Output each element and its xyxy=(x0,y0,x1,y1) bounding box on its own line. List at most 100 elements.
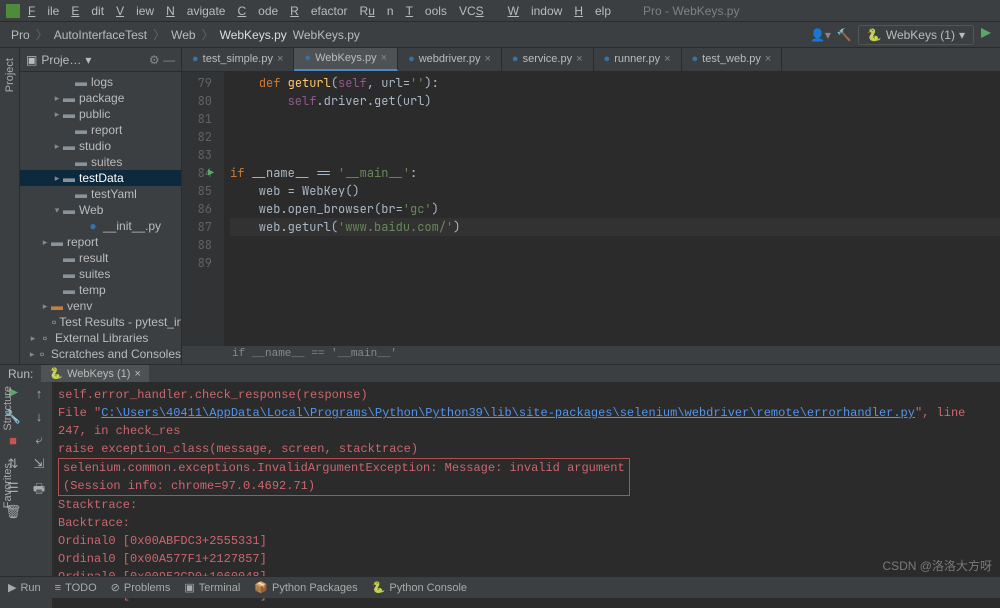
bottom-todo[interactable]: ≡ TODO xyxy=(55,582,97,594)
expand-arrow-icon[interactable]: ▸ xyxy=(40,237,50,248)
menu-tools[interactable]: Tools xyxy=(406,4,447,18)
expand-arrow-icon[interactable]: ▸ xyxy=(40,301,50,312)
tree-item[interactable]: ▬suites xyxy=(20,154,181,170)
editor-tab[interactable]: ●WebKeys.py× xyxy=(294,48,398,71)
tool-structure[interactable]: Structure xyxy=(0,380,16,437)
expand-arrow-icon[interactable]: ▸ xyxy=(28,349,36,360)
editor-tab[interactable]: ●service.py× xyxy=(502,48,594,71)
bottom-terminal[interactable]: ▣ Terminal xyxy=(184,581,240,594)
file-link[interactable]: C:\Users\40411\AppData\Local\Programs\Py… xyxy=(101,406,915,420)
tool-project[interactable]: Project xyxy=(2,52,18,98)
menu-run[interactable]: Run xyxy=(360,4,394,18)
tree-item[interactable]: ▸▬package xyxy=(20,90,181,106)
file-icon: ▫ xyxy=(38,331,52,345)
python-file-icon: ● xyxy=(512,53,519,65)
tree-item[interactable]: ▸▬studio xyxy=(20,138,181,154)
tree-item[interactable]: ●__init__.py xyxy=(20,218,181,234)
code-breadcrumb[interactable]: if __name__ == '__main__' xyxy=(182,346,1000,364)
editor-tab[interactable]: ●runner.py× xyxy=(594,48,682,71)
close-icon[interactable]: × xyxy=(664,53,670,65)
tree-item[interactable]: ▫Test Results - pytest_in_te xyxy=(20,314,181,330)
project-header[interactable]: ▣ Proje… ▾ ⚙ — xyxy=(20,48,181,72)
folder-icon: ▬ xyxy=(50,235,64,249)
expand-arrow-icon[interactable]: ▸ xyxy=(52,93,62,104)
expand-arrow-icon[interactable]: ▾ xyxy=(52,205,62,216)
expand-arrow-icon[interactable]: ▸ xyxy=(52,109,62,120)
menu-edit[interactable]: Edit xyxy=(71,4,104,18)
code-body[interactable]: def geturl(self, url=''): self.driver.ge… xyxy=(224,72,1000,346)
editor-tab[interactable]: ●webdriver.py× xyxy=(398,48,502,71)
close-icon[interactable]: × xyxy=(576,53,582,65)
tree-item[interactable]: ▸▬public xyxy=(20,106,181,122)
close-icon[interactable]: × xyxy=(277,53,283,65)
crumb-1[interactable]: AutoInterfaceTest xyxy=(54,28,147,42)
folder-icon: ▬ xyxy=(62,171,76,185)
build-icon[interactable]: 🔨 xyxy=(837,28,852,42)
up-icon[interactable]: ↑ xyxy=(36,386,43,401)
menu-refactor[interactable]: Refactor xyxy=(290,4,347,18)
gutter-run-icon[interactable]: ▶ xyxy=(208,164,214,182)
bottom-problems[interactable]: ⊘ Problems xyxy=(111,581,171,594)
tree-item[interactable]: ▬logs xyxy=(20,74,181,90)
run-panel: Run: 🐍 WebKeys (1) × 🔧 ■ ⇅ ☰ 🗑 ↑ ↓ ⤶ ⇲ 🖶… xyxy=(0,364,1000,576)
crumb-2[interactable]: Web xyxy=(171,28,195,42)
folder-icon: ▬ xyxy=(74,75,88,89)
python-file-icon: ● xyxy=(692,53,699,65)
tree-item[interactable]: ▸▫External Libraries xyxy=(20,330,181,346)
tree-item[interactable]: ▸▬testData xyxy=(20,170,181,186)
left-tool-strip-lower: Structure Favorites xyxy=(0,380,20,514)
print-icon[interactable]: 🖶 xyxy=(33,480,45,502)
close-icon[interactable]: × xyxy=(381,52,387,64)
run-tab[interactable]: 🐍 WebKeys (1) × xyxy=(41,365,149,382)
editor-tab[interactable]: ●test_web.py × xyxy=(682,48,783,71)
down-icon[interactable]: ↓ xyxy=(36,409,43,424)
crumb-3[interactable]: WebKeys.py xyxy=(220,28,287,42)
tab-label: test_web.py xyxy=(702,53,761,65)
bottom-py-packages[interactable]: 📦 Python Packages xyxy=(254,581,357,594)
menu-navigate[interactable]: Navigate xyxy=(166,4,225,18)
tree-item[interactable]: ▾▬Web xyxy=(20,202,181,218)
bottom-py-console[interactable]: 🐍 Python Console xyxy=(372,581,467,594)
expand-arrow-icon[interactable]: ▸ xyxy=(52,141,62,152)
gear-icon[interactable]: ⚙ — xyxy=(149,53,175,67)
tree-item[interactable]: ▬temp xyxy=(20,282,181,298)
menu-file[interactable]: File xyxy=(28,4,59,18)
scroll-icon[interactable]: ⇲ xyxy=(34,456,45,472)
close-icon[interactable]: × xyxy=(134,368,140,380)
menu-help[interactable]: Help xyxy=(574,4,611,18)
close-icon[interactable]: × xyxy=(484,53,490,65)
tool-favorites[interactable]: Favorites xyxy=(0,457,16,514)
bottom-run[interactable]: ▶ Run xyxy=(8,581,41,594)
folder-icon: ▬ xyxy=(62,251,76,265)
tree-item[interactable]: ▬report xyxy=(20,122,181,138)
tree-item[interactable]: ▸▬venv xyxy=(20,298,181,314)
expand-arrow-icon[interactable]: ▸ xyxy=(28,333,38,344)
run-button[interactable] xyxy=(980,27,992,42)
menu-code[interactable]: Code xyxy=(237,4,278,18)
tree-item[interactable]: ▬result xyxy=(20,250,181,266)
console-output[interactable]: self.error_handler.check_response(respon… xyxy=(52,382,1000,608)
tree-item[interactable]: ▸▫Scratches and Consoles xyxy=(20,346,181,362)
tree-item[interactable]: ▸▬report xyxy=(20,234,181,250)
crumb-0[interactable]: Pro xyxy=(11,28,30,42)
run-config-selector[interactable]: 🐍 WebKeys (1) ▾ xyxy=(858,25,974,45)
wrap-icon[interactable]: ⤶ xyxy=(35,432,42,448)
run-tab-label: WebKeys (1) xyxy=(67,368,130,380)
close-icon[interactable]: × xyxy=(765,53,771,65)
menu-window[interactable]: Window xyxy=(508,4,563,18)
tree-label: public xyxy=(79,107,110,121)
python-icon: 🐍 xyxy=(49,367,63,380)
tree-item[interactable]: ▬suites xyxy=(20,266,181,282)
menu-view[interactable]: View xyxy=(116,4,154,18)
tree-label: result xyxy=(79,251,108,265)
folder-icon: ▬ xyxy=(74,155,88,169)
menu-vcs[interactable]: VCS xyxy=(459,4,496,18)
tab-label: webdriver.py xyxy=(419,53,481,65)
editor-tab[interactable]: ●test_simple.py× xyxy=(182,48,294,71)
run-panel-label: Run: xyxy=(8,367,33,381)
expand-arrow-icon[interactable]: ▸ xyxy=(52,173,62,184)
file-icon: ▫ xyxy=(36,347,48,361)
user-icon[interactable]: 👤▾ xyxy=(810,28,831,42)
tree-item[interactable]: ▬testYaml xyxy=(20,186,181,202)
tree-label: testData xyxy=(79,171,124,185)
